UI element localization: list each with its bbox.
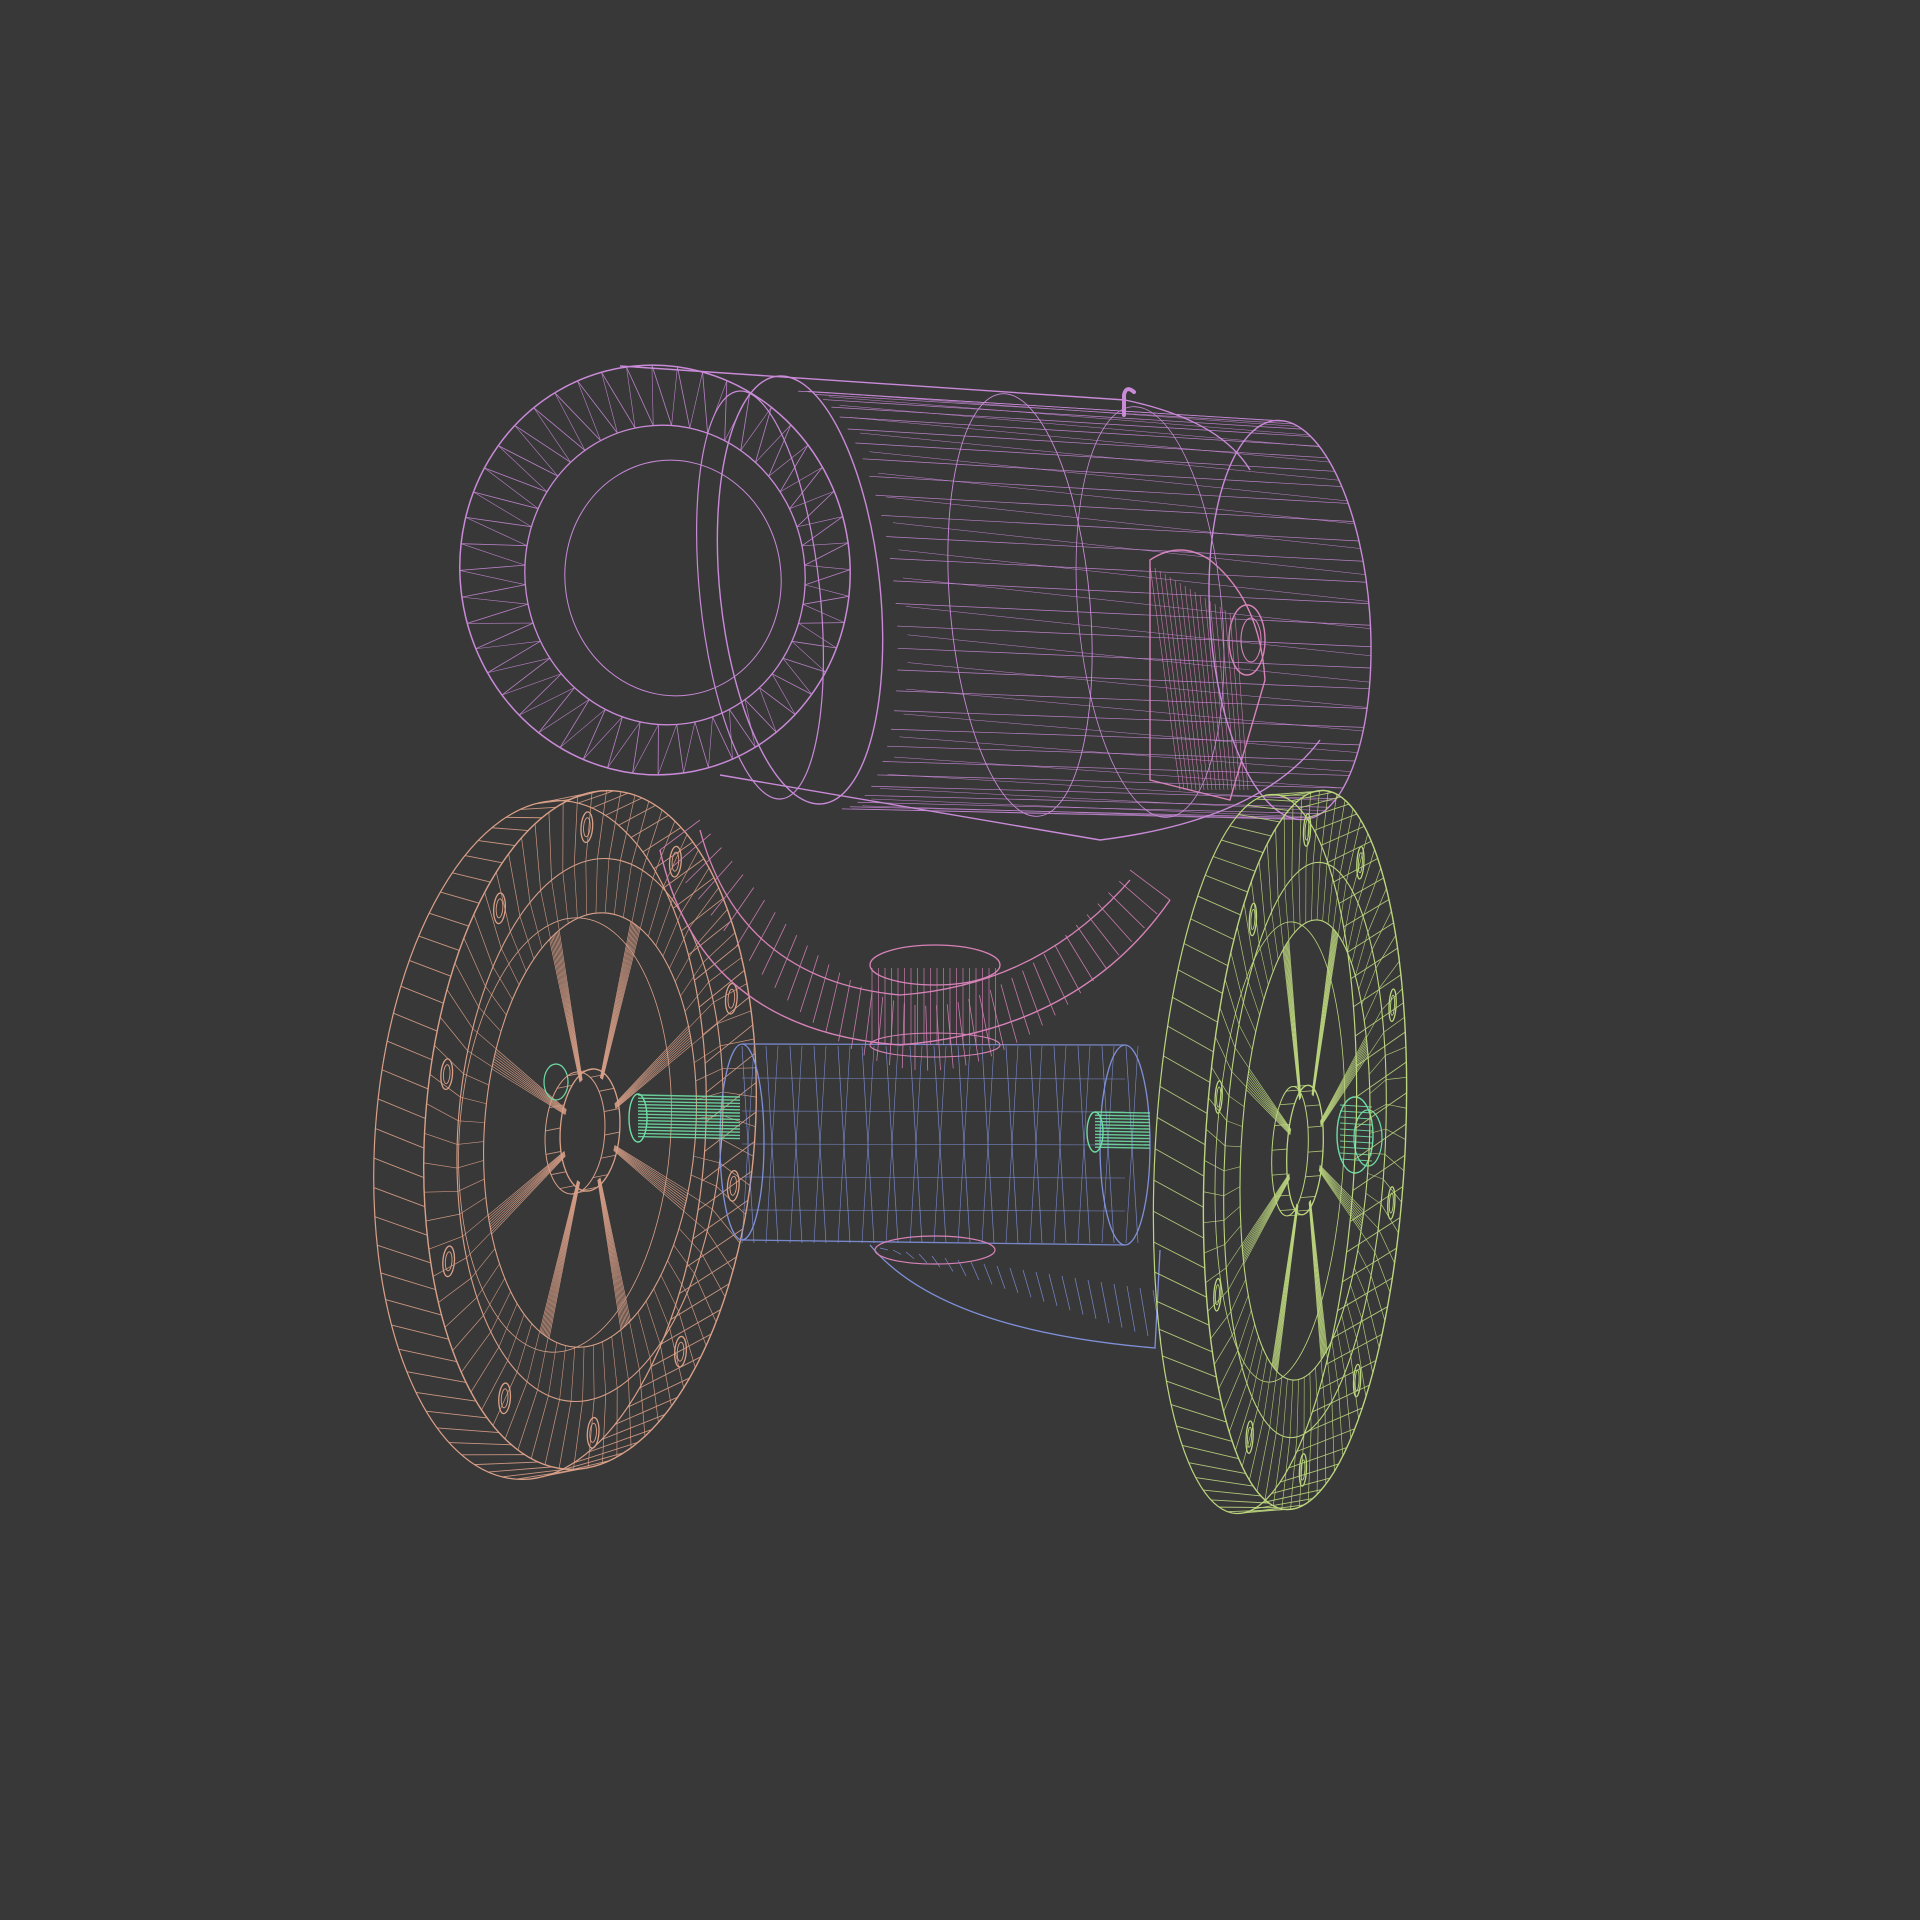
viewport-background <box>0 0 1920 1920</box>
3d-viewport[interactable] <box>0 0 1920 1920</box>
wireframe-scene <box>0 0 1920 1920</box>
